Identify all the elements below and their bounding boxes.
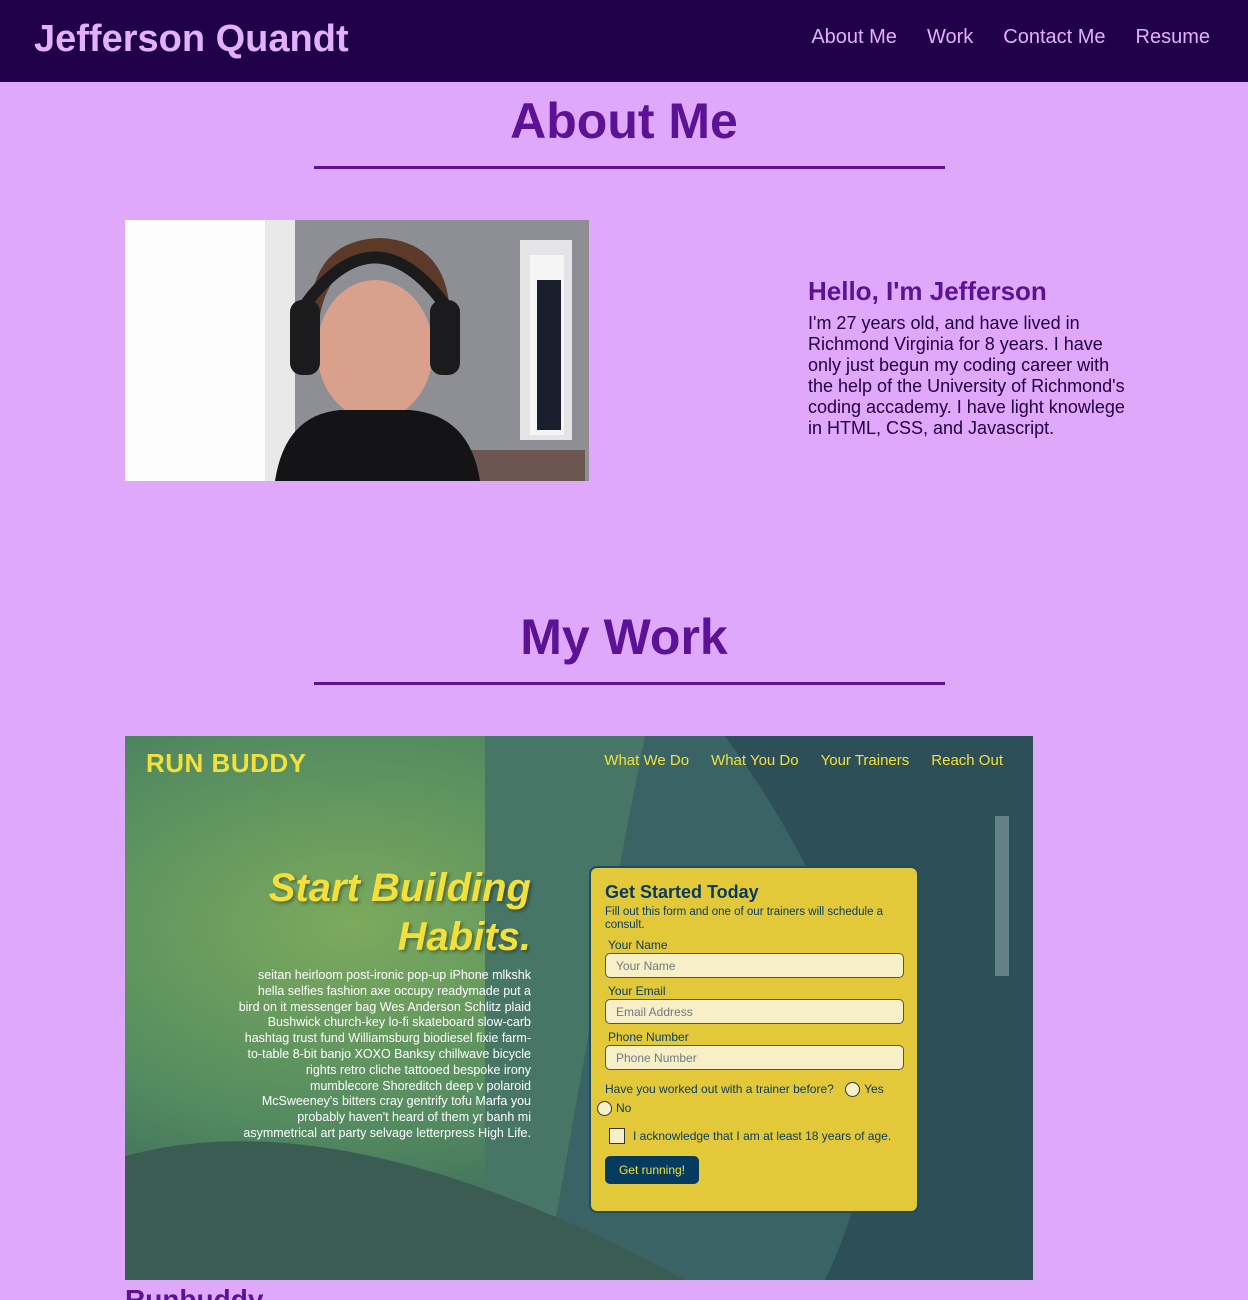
bio: Hello, I'm Jefferson I'm 27 years old, a… [808,276,1138,439]
runbuddy-age-label: I acknowledge that I am at least 18 year… [633,1129,892,1143]
runbuddy-phone-input[interactable] [605,1045,904,1070]
runbuddy-email-label: Your Email [608,984,666,998]
runbuddy-yes-radio[interactable] [845,1082,861,1098]
runbuddy-form-title: Get Started Today [605,882,759,902]
runbuddy-age-checkbox[interactable] [609,1128,625,1144]
runbuddy-email-input[interactable] [605,999,904,1024]
runbuddy-age-ack: I acknowledge that I am at least 18 year… [609,1128,903,1144]
runbuddy-nav-what-we-do: What We Do [604,752,690,769]
project-caption[interactable]: Runbuddy [125,1284,263,1300]
runbuddy-question-text: Have you worked out with a trainer befor… [605,1082,834,1096]
work-heading: My Work [520,609,728,665]
runbuddy-nav-what-you-do: What You Do [711,752,799,769]
nav-link-resume[interactable]: Resume [1136,26,1210,49]
runbuddy-hero-title-2: Habits. [397,915,531,959]
runbuddy-phone-label: Phone Number [608,1030,689,1044]
bio-text: I'm 27 years old, and have lived in Rich… [808,313,1125,438]
bio-title: Hello, I'm Jefferson [808,276,1047,306]
nav-link-contact-me[interactable]: Contact Me [1003,26,1105,49]
main-nav: About Me Work Contact Me Resume [811,26,1210,49]
runbuddy-no-radio[interactable] [597,1101,612,1117]
about-heading: About Me [510,93,738,149]
nav-link-work[interactable]: Work [927,26,973,49]
runbuddy-trainer-question: Have you worked out with a trainer befor… [597,1080,903,1118]
runbuddy-no-label: No [616,1101,632,1115]
profile-photo [125,220,589,481]
profile-photo-graphic [125,220,589,481]
about-divider [314,166,945,169]
project-screenshot-runbuddy[interactable]: RUN BUDDY What We Do What You Do Your Tr… [125,736,1033,1280]
site-header: Jefferson Quandt About Me Work Contact M… [0,0,1248,82]
runbuddy-name-input[interactable] [605,953,904,978]
runbuddy-logo: RUN BUDDY [146,748,307,778]
runbuddy-form-subtitle: Fill out this form and one of our traine… [605,906,884,931]
site-title[interactable]: Jefferson Quandt [34,18,349,61]
runbuddy-signup-form: Get Started Today Fill out this form and… [589,866,919,1213]
runbuddy-hero-title-1: Start Building [268,866,531,910]
runbuddy-yes-label: Yes [864,1082,884,1096]
runbuddy-hero: Start Building Habits. seitan heirloom p… [235,864,531,1142]
runbuddy-nav: What We Do What You Do Your Trainers Rea… [604,752,1003,769]
work-divider [314,682,945,685]
nav-link-about-me[interactable]: About Me [811,26,897,49]
runbuddy-name-label: Your Name [608,938,668,952]
runbuddy-hero-text: seitan heirloom post-ironic pop-up iPhon… [238,968,531,1140]
runbuddy-nav-your-trainers: Your Trainers [820,752,910,769]
runbuddy-nav-reach-out: Reach Out [931,752,1003,769]
runbuddy-submit-button[interactable]: Get running! [605,1156,699,1184]
